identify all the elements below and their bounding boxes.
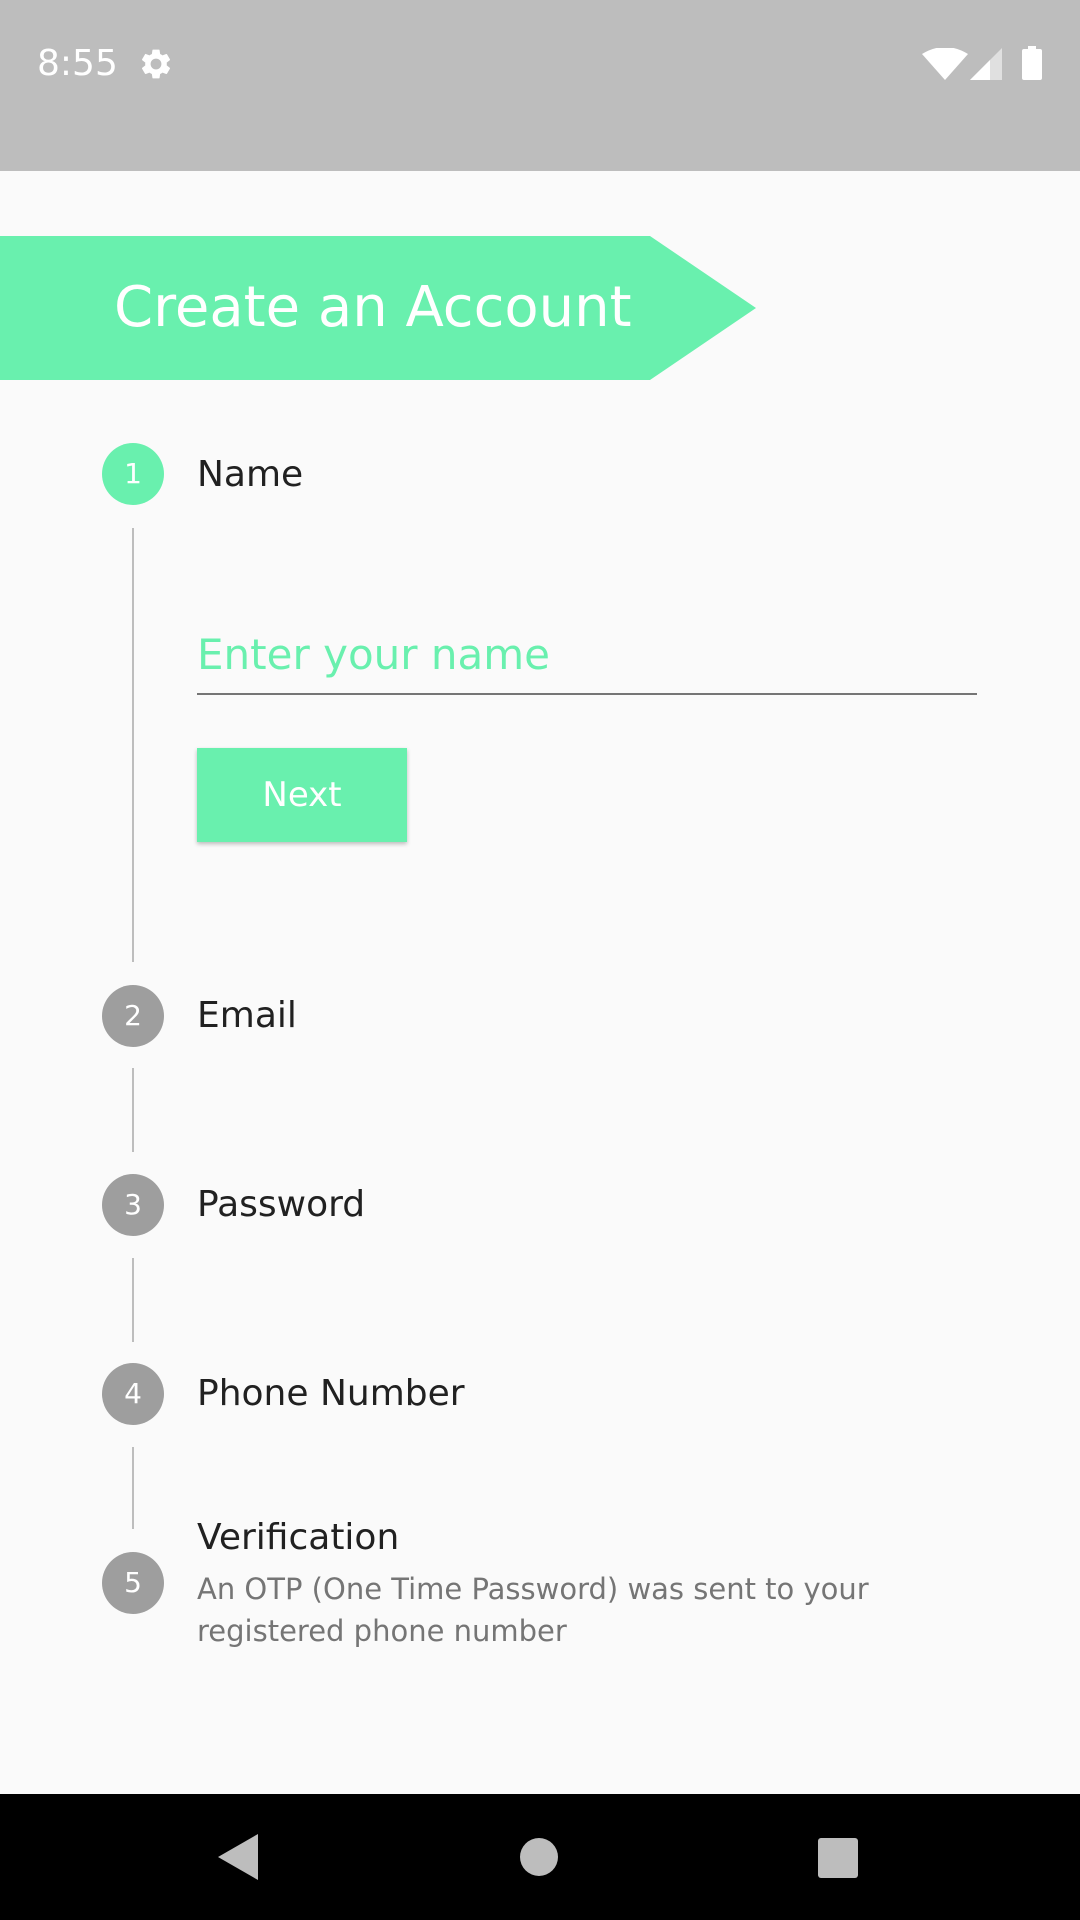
- page-title: Create an Account: [114, 275, 632, 340]
- name-input[interactable]: [197, 615, 977, 695]
- step-5-subtitle: An OTP (One Time Password) was sent to y…: [197, 1572, 869, 1648]
- battery-icon: [1022, 46, 1042, 80]
- step-5-indicator[interactable]: 5: [102, 1552, 164, 1614]
- navigation-bar: [0, 1794, 1080, 1920]
- step-2-indicator[interactable]: 2: [102, 985, 164, 1047]
- wifi-icon: [922, 48, 968, 80]
- home-icon[interactable]: [520, 1838, 558, 1876]
- next-button[interactable]: Next: [197, 748, 407, 842]
- signal-icon: [970, 48, 1002, 80]
- recent-apps-icon[interactable]: [818, 1838, 858, 1878]
- step-connector: [132, 1068, 134, 1152]
- step-1-title[interactable]: Name: [197, 453, 303, 497]
- step-connector: [132, 528, 134, 962]
- gear-icon: [141, 49, 171, 79]
- step-connector: [132, 1258, 134, 1342]
- step-4-title[interactable]: Phone Number: [197, 1372, 465, 1416]
- back-icon[interactable]: [218, 1834, 258, 1880]
- step-3-title[interactable]: Password: [197, 1183, 365, 1227]
- status-time: 8:55: [37, 43, 118, 84]
- header-banner: Create an Account: [0, 236, 756, 380]
- step-2-title[interactable]: Email: [197, 994, 297, 1038]
- step-3-indicator[interactable]: 3: [102, 1174, 164, 1236]
- status-bar: 8:55: [0, 0, 1080, 171]
- step-connector: [132, 1447, 134, 1529]
- step-5-title[interactable]: Verification: [197, 1516, 399, 1560]
- step-1-indicator[interactable]: 1: [102, 443, 164, 505]
- step-4-indicator[interactable]: 4: [102, 1363, 164, 1425]
